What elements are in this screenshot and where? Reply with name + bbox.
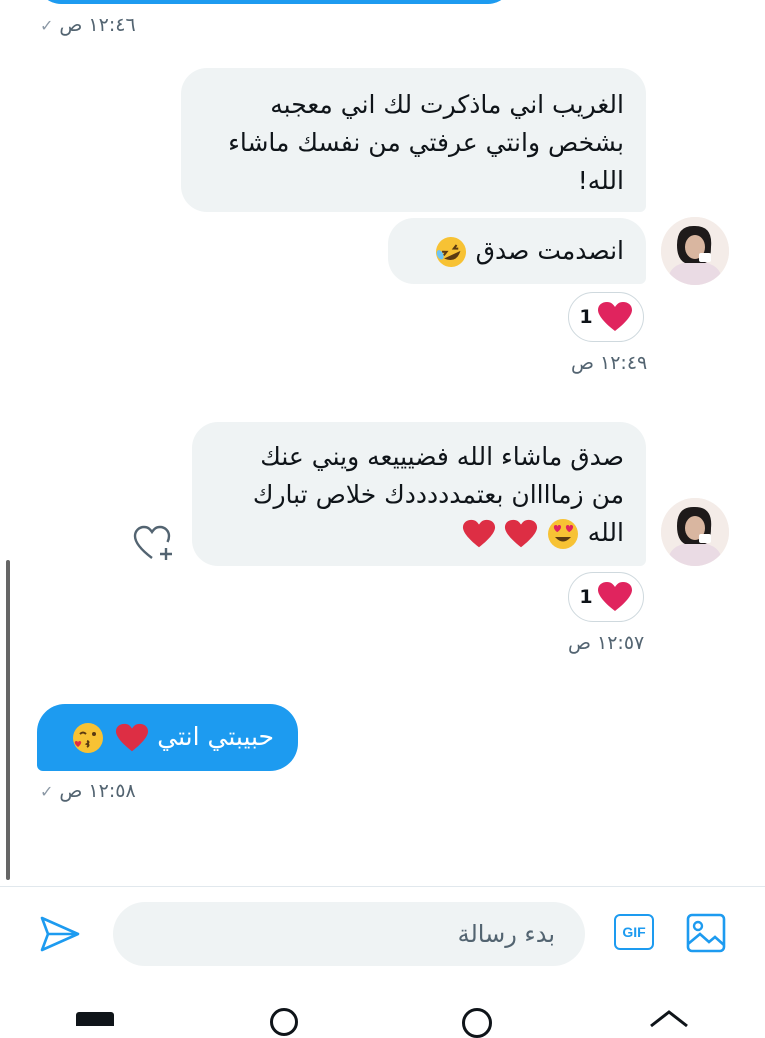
message-meta-1: ✓ ١٢:٤٦ ص [40,14,136,36]
message-line-with-emoji: الله [214,514,624,552]
home-icon[interactable] [648,1008,690,1028]
sent-check-icon: ✓ [40,15,54,35]
add-reaction-button[interactable] [132,524,176,568]
incoming-message-bubble[interactable]: انصدمت صدق [388,218,646,284]
image-icon [686,913,726,953]
message-input-placeholder: بدء رسالة [457,920,555,948]
red-heart-emoji [504,519,537,548]
search-icon[interactable] [462,1008,492,1038]
composer-divider [0,886,765,887]
message-meta: ✓ ١٢:٥٨ ص [40,780,136,802]
avatar-image [661,217,729,285]
avatar-image [661,498,729,566]
red-heart-emoji [462,519,495,548]
bottom-nav [0,1004,765,1038]
reaction-count: 1 [579,586,593,608]
red-heart-emoji [116,723,149,752]
message-time: ١٢:٤٩ ص [571,352,648,374]
message-text: انصدمت صدق [475,236,624,265]
incoming-message-bubble[interactable]: الغريب اني ماذكرت لك اني معجبه بشخص وانت… [181,68,646,212]
reaction-pill[interactable]: 1 [568,572,644,622]
scrollbar[interactable] [6,560,10,880]
message-line: الله! [577,166,624,195]
message-time: ١٢:٥٧ ص [568,632,645,654]
send-icon [40,916,80,952]
message-time: ١٢:٤٦ ص [59,14,136,36]
message-line: الله [587,518,624,547]
avatar[interactable] [661,217,729,285]
reaction-pill[interactable]: 1 [568,292,644,342]
gif-button[interactable]: GIF [614,914,658,954]
avatar[interactable] [661,498,729,566]
outgoing-message-bubble[interactable]: حبيبتي انتي [37,704,298,771]
notifications-icon[interactable] [270,1008,298,1036]
message-line: صدق ماشاء الله فضيييعه ويني عنك [260,442,624,471]
incoming-message-bubble[interactable]: صدق ماشاء الله فضيييعه ويني عنك من زمااا… [192,422,646,566]
message-input[interactable]: بدء رسالة [113,902,585,966]
message-line: بشخص وانتي عرفتي من نفسك ماشاء [228,128,624,157]
message-time: ١٢:٥٨ ص [59,780,136,802]
image-button[interactable] [685,912,727,958]
heart-icon [597,302,632,331]
heart-plus-icon [133,525,172,560]
send-button[interactable] [38,914,82,958]
heart-icon [597,582,632,611]
gif-label: GIF [614,914,654,950]
rofl-emoji [435,237,466,267]
sent-check-icon: ✓ [40,781,54,801]
message-line: الغريب اني ماذكرت لك اني معجبه [270,90,624,119]
outgoing-bubble-fragment [37,0,512,4]
heart-eyes-emoji [547,519,578,549]
message-text: حبيبتي انتي [157,722,274,751]
reaction-count: 1 [579,306,593,328]
message-line: من زماااان بعتمدددددك خلاص تبارك [252,480,624,509]
kissing-heart-emoji [73,723,104,753]
